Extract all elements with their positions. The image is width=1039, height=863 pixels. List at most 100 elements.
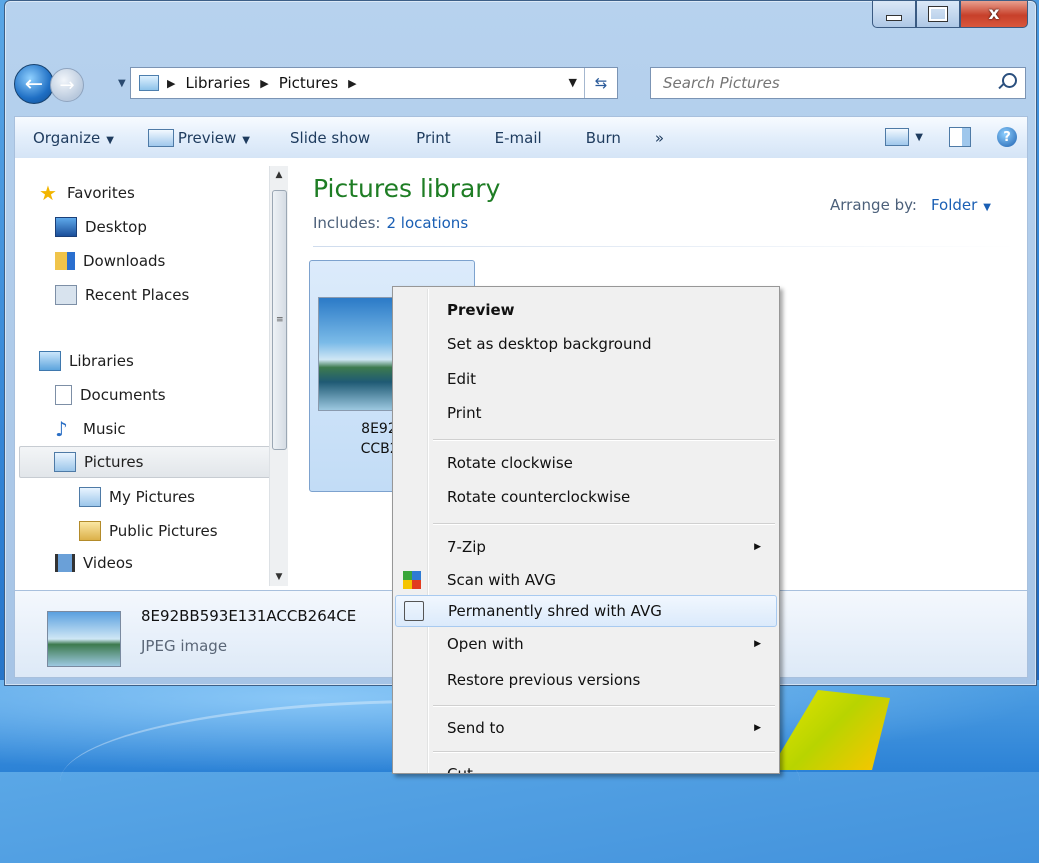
- print-button[interactable]: Print: [416, 129, 451, 147]
- arrow-left-icon: ←: [24, 71, 44, 97]
- menu-item-label: Send to: [447, 719, 505, 737]
- header-divider: [313, 246, 1017, 247]
- sidebar-item-videos[interactable]: Videos: [55, 548, 133, 578]
- navigation-scrollbar[interactable]: ▲ ≡ ▼: [269, 166, 288, 586]
- sidebar-item-label: Recent Places: [85, 286, 190, 304]
- sidebar-item-label: Favorites: [67, 184, 135, 202]
- sidebar-item-downloads[interactable]: Downloads: [55, 246, 165, 276]
- sidebar-item-libraries[interactable]: Libraries: [39, 346, 134, 376]
- more-commands-button[interactable]: »: [655, 129, 664, 147]
- command-bar: Organize ▼ Preview ▼ Slide show Print E-ma…: [14, 116, 1028, 160]
- menu-separator: [433, 705, 775, 707]
- menu-item-label: Rotate clockwise: [447, 454, 573, 472]
- forward-button[interactable]: →: [50, 68, 84, 102]
- scroll-down-arrow-icon[interactable]: ▼: [270, 568, 288, 586]
- preview-pane-icon[interactable]: [949, 127, 971, 147]
- breadcrumb-separator[interactable]: ▶: [167, 77, 175, 90]
- organize-button[interactable]: Organize ▼: [33, 129, 114, 147]
- scroll-up-arrow-icon[interactable]: ▲: [270, 166, 288, 184]
- slideshow-button[interactable]: Slide show: [290, 129, 370, 147]
- address-dropdown-icon[interactable]: ▼: [569, 76, 577, 89]
- address-bar[interactable]: ▶ Libraries ▶ Pictures ▶ ▼ ⇆: [130, 67, 618, 99]
- navigation-pane: ★ Favorites Desktop Downloads Recent Plac…: [15, 158, 299, 590]
- menu-item-label: Set as desktop background: [447, 335, 652, 353]
- refresh-button[interactable]: ⇆: [584, 68, 617, 98]
- submenu-arrow-icon: ▶: [754, 542, 761, 552]
- chevron-down-icon: ▼: [106, 135, 114, 146]
- preview-button[interactable]: Preview ▼: [147, 129, 250, 148]
- breadcrumb-pictures[interactable]: Pictures: [279, 74, 338, 92]
- close-icon: x: [988, 4, 1000, 24]
- locations-link[interactable]: 2 locations: [386, 214, 468, 232]
- breadcrumb-libraries[interactable]: Libraries: [185, 74, 250, 92]
- chevron-down-icon[interactable]: ▼: [915, 132, 923, 143]
- menu-item-scan-with-avg[interactable]: Scan with AVG: [395, 565, 775, 595]
- sidebar-item-recent-places[interactable]: Recent Places: [55, 280, 189, 310]
- menu-item-label: Preview: [447, 301, 515, 319]
- menu-item-label: Open with: [447, 635, 524, 653]
- back-button[interactable]: ←: [14, 64, 54, 104]
- includes-label: Includes:: [313, 214, 381, 232]
- menu-item-open-with[interactable]: Open with ▶: [395, 629, 775, 659]
- chevron-down-icon: ▼: [242, 134, 250, 146]
- menu-item-print[interactable]: Print: [395, 398, 775, 428]
- grip-icon: ≡: [276, 315, 284, 325]
- avg-icon: [403, 571, 421, 589]
- close-button[interactable]: x: [960, 1, 1028, 28]
- sidebar-item-desktop[interactable]: Desktop: [55, 212, 147, 242]
- details-file-type: JPEG image: [141, 637, 228, 655]
- search-icon[interactable]: [1002, 73, 1017, 88]
- menu-item-send-to[interactable]: Send to ▶: [395, 713, 775, 743]
- sidebar-item-label: My Pictures: [109, 488, 195, 506]
- menu-separator: [433, 439, 775, 441]
- menu-item-rotate-clockwise[interactable]: Rotate clockwise: [395, 448, 775, 478]
- sidebar-item-label: Music: [83, 420, 126, 438]
- burn-button[interactable]: Burn: [586, 129, 621, 147]
- maximize-icon: [928, 6, 948, 22]
- chevron-down-icon[interactable]: ▼: [983, 202, 991, 213]
- sidebar-item-my-pictures[interactable]: My Pictures: [79, 482, 195, 512]
- search-input[interactable]: [661, 73, 985, 93]
- minimize-button[interactable]: [872, 1, 916, 28]
- sidebar-item-label: Desktop: [85, 218, 147, 236]
- help-icon[interactable]: ?: [997, 127, 1017, 147]
- maximize-button[interactable]: [916, 1, 960, 28]
- submenu-arrow-icon: ▶: [754, 639, 761, 649]
- menu-separator: [433, 523, 775, 525]
- scrollbar-thumb[interactable]: ≡: [272, 190, 287, 450]
- desktop-icon: [55, 217, 77, 237]
- navigation-bar: ← → ▼ ▶ Libraries ▶ Pictures ▶ ▼ ⇆: [14, 64, 1026, 104]
- details-file-name: 8E92BB593E131ACCB264CE: [141, 607, 357, 625]
- breadcrumb-separator[interactable]: ▶: [348, 77, 356, 90]
- menu-item-restore-previous-versions[interactable]: Restore previous versions: [395, 665, 775, 695]
- menu-item-label: Rotate counterclockwise: [447, 488, 631, 506]
- menu-item-shred-with-avg[interactable]: Permanently shred with AVG: [395, 595, 777, 627]
- recent-places-icon: [55, 285, 77, 305]
- menu-item-label: 7-Zip: [447, 538, 486, 556]
- refresh-icon: ⇆: [594, 74, 608, 92]
- view-controls: ▼ ?: [885, 127, 1017, 147]
- recent-pages-dropdown[interactable]: ▼: [118, 78, 126, 89]
- search-box: [650, 67, 1026, 99]
- arrange-by-dropdown[interactable]: Folder: [931, 196, 977, 214]
- sidebar-item-pictures[interactable]: Pictures: [19, 446, 287, 478]
- email-button[interactable]: E-mail: [495, 129, 542, 147]
- context-menu: Preview Set as desktop background Edit P…: [392, 286, 780, 774]
- menu-item-preview[interactable]: Preview: [395, 295, 775, 325]
- sidebar-item-public-pictures[interactable]: Public Pictures: [79, 516, 218, 546]
- menu-item-7zip[interactable]: 7-Zip ▶: [395, 532, 775, 562]
- libraries-icon: [39, 351, 61, 371]
- sidebar-item-favorites[interactable]: ★ Favorites: [39, 178, 135, 208]
- menu-item-rotate-counterclockwise[interactable]: Rotate counterclockwise: [395, 482, 775, 512]
- menu-icon-gutter: [427, 289, 429, 773]
- star-icon: ★: [39, 181, 57, 205]
- sidebar-item-music[interactable]: ♪ Music: [55, 414, 126, 444]
- film-strip-icon: [55, 554, 75, 572]
- menu-item-edit[interactable]: Edit: [395, 364, 775, 394]
- menu-item-label: Permanently shred with AVG: [448, 602, 662, 620]
- sidebar-item-documents[interactable]: Documents: [55, 380, 166, 410]
- change-view-icon[interactable]: [885, 128, 910, 146]
- sidebar-item-label: Libraries: [69, 352, 134, 370]
- breadcrumb-separator[interactable]: ▶: [260, 77, 268, 90]
- menu-item-set-desktop-background[interactable]: Set as desktop background: [395, 329, 775, 359]
